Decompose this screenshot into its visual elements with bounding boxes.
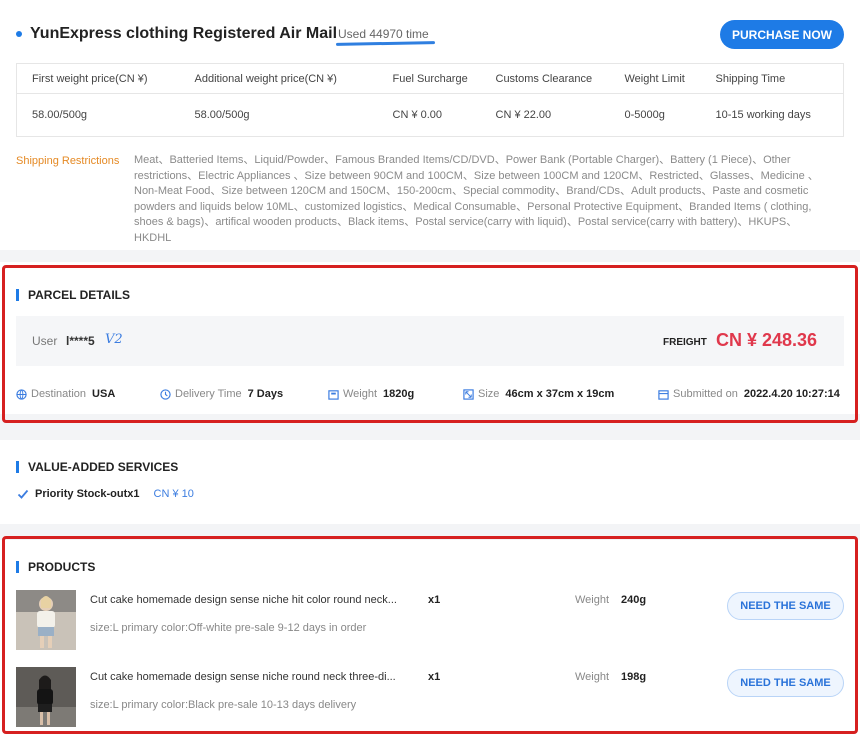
weight-limit: 0-5000g [624, 109, 665, 121]
weight-info: Weight 1820g [328, 388, 414, 400]
first-weight-price: 58.00/500g [32, 109, 88, 121]
product-thumbnail[interactable] [16, 590, 76, 650]
title-bullet [16, 31, 22, 37]
col-fuel-surcharge: Fuel Surcharge [377, 63, 481, 94]
globe-icon [16, 388, 27, 400]
vip-level-badge: V2 [105, 332, 123, 347]
usage-count: Used 44970 time [338, 27, 429, 41]
col-first-weight: First weight price(CN ¥) [16, 63, 180, 94]
value-added-heading: VALUE-ADDED SERVICES [16, 460, 178, 474]
check-icon [17, 489, 29, 499]
delivery-time-value: 7 Days [247, 388, 284, 400]
submitted-info: Submitted on 2022.4.20 10:27:14 [658, 388, 840, 400]
fuel-surcharge: CN ¥ 0.00 [392, 109, 443, 121]
product-weight-label: Weight [575, 594, 610, 606]
col-additional-weight: Additional weight price(CN ¥) [179, 63, 378, 94]
user-label: User [32, 334, 58, 348]
products-heading: PRODUCTS [16, 560, 95, 574]
purchase-now-button[interactable]: PURCHASE NOW [720, 20, 844, 49]
products-section: PRODUCTS Cut cake homemade design sense … [0, 540, 860, 738]
value-added-price: CN ¥ 10 [153, 488, 194, 500]
product-photo-icon [16, 667, 76, 727]
delivery-time-info: Delivery Time 7 Days [160, 388, 283, 400]
rates-header-row: First weight price(CN ¥) Additional weig… [16, 63, 844, 94]
parcel-details-section: PARCEL DETAILS User l****5 V2 FREIGHT CN… [0, 262, 860, 414]
product-sku: size:L primary color:Black pre-sale 10-1… [90, 699, 357, 711]
clock-icon [160, 388, 171, 400]
product-quantity: x1 [428, 671, 441, 683]
customs-clearance: CN ¥ 22.00 [495, 109, 552, 121]
product-weight: 240g [621, 594, 647, 606]
weight-value: 1820g [383, 388, 415, 400]
shipping-restrictions-text: Meat、Batteried Items、Liquid/Powder、Famou… [134, 154, 819, 244]
user-name: l****5 [66, 334, 95, 348]
product-row: Cut cake homemade design sense niche rou… [16, 667, 844, 727]
submitted-value: 2022.4.20 10:27:14 [743, 388, 840, 400]
freight-value: CN ¥ 248.36 [716, 330, 818, 350]
col-shipping-time: Shipping Time [700, 63, 844, 94]
value-added-item: Priority Stock-outx1 CN ¥ 10 [17, 488, 194, 500]
weight-label: Weight [343, 388, 378, 400]
need-the-same-button[interactable]: NEED THE SAME [727, 592, 844, 620]
destination-info: Destination USA [16, 388, 115, 400]
product-name[interactable]: Cut cake homemade design sense niche hit… [90, 594, 400, 606]
product-thumbnail[interactable] [16, 667, 76, 727]
product-weight: 198g [621, 671, 647, 683]
additional-weight-price: 58.00/500g [194, 109, 250, 121]
shipping-restrictions-label: Shipping Restrictions [16, 155, 120, 167]
col-customs-clearance: Customs Clearance [480, 63, 610, 94]
shipping-time: 10-15 working days [715, 109, 811, 121]
rates-table: First weight price(CN ¥) Additional weig… [16, 63, 844, 137]
product-quantity: x1 [428, 594, 441, 606]
submitted-label: Submitted on [673, 388, 738, 400]
product-name[interactable]: Cut cake homemade design sense niche rou… [90, 671, 400, 683]
size-value: 46cm x 37cm x 19cm [505, 388, 615, 400]
calendar-icon [658, 389, 669, 400]
user-freight-box: User l****5 V2 FREIGHT CN ¥ 248.36 [16, 316, 844, 366]
product-weight-label: Weight [575, 671, 610, 683]
shipping-method-card: YunExpress clothing Registered Air Mail … [0, 0, 860, 250]
rates-value-row: 58.00/500g 58.00/500g CN ¥ 0.00 CN ¥ 22.… [17, 94, 844, 137]
scale-icon [328, 389, 339, 400]
size-label: Size [478, 388, 500, 400]
destination-value: USA [92, 388, 116, 400]
resize-icon [463, 388, 474, 400]
product-photo-icon [16, 590, 76, 650]
size-info: Size 46cm x 37cm x 19cm [463, 388, 614, 400]
need-the-same-button[interactable]: NEED THE SAME [727, 669, 844, 697]
destination-label: Destination [31, 388, 87, 400]
product-row: Cut cake homemade design sense niche hit… [16, 590, 844, 650]
value-added-name: Priority Stock-outx1 [35, 488, 140, 500]
freight-label: FREIGHT [663, 337, 707, 348]
parcel-details-heading: PARCEL DETAILS [16, 288, 130, 302]
shipping-method-title: YunExpress clothing Registered Air Mail [30, 25, 338, 42]
col-weight-limit: Weight Limit [609, 63, 701, 94]
value-added-services-section: VALUE-ADDED SERVICES Priority Stock-outx… [0, 440, 860, 524]
delivery-time-label: Delivery Time [175, 388, 242, 400]
product-sku: size:L primary color:Off-white pre-sale … [90, 622, 367, 634]
